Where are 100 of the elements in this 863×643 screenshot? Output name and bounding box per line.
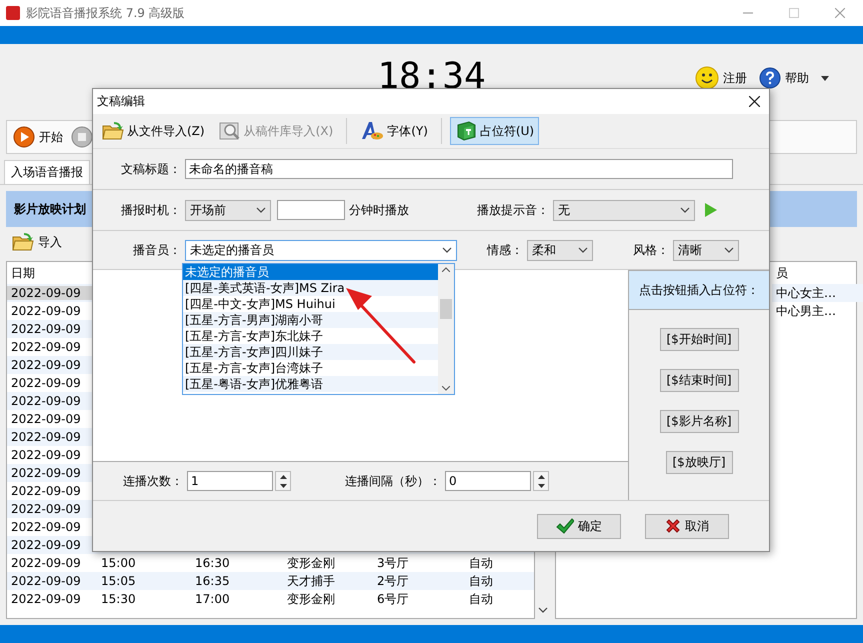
placeholder-heading: 点击按钮插入占位符：: [629, 270, 769, 310]
field-label: 播音员：: [132, 242, 182, 258]
table-cell-text: 6号厅: [376, 590, 410, 608]
minutes-field[interactable]: [277, 200, 345, 220]
dropdown-option[interactable]: [四星-美式英语-女声]MS Zira: [183, 280, 438, 296]
cross-icon: [665, 518, 681, 534]
table-cell-text: 15:00: [100, 556, 137, 570]
table-cell-text: 2022-09-09: [10, 358, 82, 372]
dropdown-option[interactable]: [五星-方言-女声]台湾妹子: [183, 360, 438, 376]
scrollbar-thumb[interactable]: [440, 299, 452, 319]
table-cell-text: 15:30: [100, 592, 137, 606]
chevron-down-icon: [724, 247, 734, 253]
dropdown-option[interactable]: [五星-粤语-女声]优雅粤语: [183, 376, 438, 392]
table-cell-text: 2022-09-09: [10, 484, 82, 498]
play-icon: [13, 126, 35, 148]
dialog-title: 文稿编辑: [97, 93, 146, 110]
toolbar-button[interactable]: 开始: [39, 128, 63, 146]
clock: 18:34: [377, 56, 486, 97]
toolbar-button[interactable]: 字体(Y): [355, 117, 433, 145]
ok-button[interactable]: 确定: [537, 514, 621, 538]
folder-icon: [12, 232, 34, 252]
repeat-field[interactable]: 1: [187, 471, 273, 491]
table-cell: 中心女主…: [772, 284, 863, 302]
folder-icon: [102, 121, 124, 141]
dropdown-option[interactable]: [五星-方言-女声]东北妹子: [183, 328, 438, 344]
toolbar-button[interactable]: 从文件导入(Z): [97, 117, 210, 145]
table-cell-text: 3号厅: [376, 554, 410, 572]
table-cell-text: 17:00: [194, 592, 231, 606]
table-cell-text: 2022-09-09: [10, 538, 82, 552]
magnifier-icon: [218, 121, 241, 141]
table-cell-text: 16:35: [194, 574, 231, 588]
table-cell-text: 2022-09-09: [10, 592, 82, 606]
scroll-down-icon[interactable]: [442, 386, 450, 391]
chevron-down-icon: [578, 247, 588, 253]
dropdown-option[interactable]: [四星-中文-女声]MS Huihui: [183, 296, 438, 312]
field-label: 播放提示音：: [476, 202, 550, 218]
placeholder-button[interactable]: [$放映厅]: [666, 451, 732, 474]
table-cell-text: 变形金刚: [286, 590, 336, 608]
column-header: 日期: [10, 264, 36, 282]
table-cell-text: 天才捕手: [286, 572, 336, 590]
timing-dropdown[interactable]: 开场前: [185, 200, 271, 220]
field-label: 播报时机：: [120, 202, 182, 218]
table-cell-text: 2022-09-09: [10, 430, 82, 444]
close-icon[interactable]: [748, 96, 760, 107]
chevron-down-icon: [442, 247, 452, 253]
toolbar-button[interactable]: 占位符(U): [450, 117, 540, 145]
table-cell-text: 2号厅: [376, 572, 410, 590]
chevron-down-icon: [256, 207, 266, 213]
table-cell-text: 2022-09-09: [10, 340, 82, 354]
field-label: 连播间隔（秒）：: [344, 472, 442, 490]
table-cell-text: 2022-09-09: [10, 520, 82, 534]
tab[interactable]: 入场语音播报: [4, 160, 90, 184]
table-cell-text: 中心男主…: [775, 302, 837, 320]
field-label: 文稿标题：: [120, 160, 182, 178]
spinner-buttons[interactable]: [275, 471, 291, 491]
cancel-button[interactable]: 取消: [645, 514, 729, 538]
spinner-buttons[interactable]: [533, 471, 549, 491]
import-button[interactable]: 导入: [38, 234, 62, 250]
interval-field[interactable]: 0: [445, 471, 531, 491]
table-cell-text: 自动: [468, 572, 494, 590]
caret-icon[interactable]: [821, 76, 829, 80]
table-cell-text: 16:30: [194, 556, 231, 570]
field-label: 分钟时播放: [349, 202, 409, 218]
placeholder-button[interactable]: [$影片名称]: [660, 410, 738, 433]
table-cell-text: 2022-09-09: [10, 412, 82, 426]
tone-dropdown[interactable]: 无: [553, 200, 695, 220]
dropdown-option[interactable]: [五星-方言-女声]四川妹子: [183, 344, 438, 360]
check-icon: [556, 518, 574, 534]
table-cell-text: 2022-09-09: [10, 574, 82, 588]
table-cell-text: 变形金刚: [286, 554, 336, 572]
dropdown-option[interactable]: 未选定的播音员: [183, 264, 438, 280]
placeholder-button[interactable]: [$结束时间]: [660, 369, 738, 392]
chevron-down-icon: [680, 207, 690, 213]
table-cell-text: 15:05: [100, 574, 137, 588]
announcer-dropdown[interactable]: 未选定的播音员: [185, 240, 457, 260]
header-link[interactable]: 注册: [723, 70, 747, 86]
table-cell-text: 2022-09-09: [10, 556, 82, 570]
placeholder-button[interactable]: [$开始时间]: [660, 328, 738, 351]
dropdown-option[interactable]: [五星-方言-男声]湖南小哥: [183, 312, 438, 328]
window-title: 影院语音播报系统 7.9 高级版: [26, 4, 186, 22]
chevron-down-icon: [538, 607, 548, 613]
table-cell-text: 2022-09-09: [10, 322, 82, 336]
table-cell-text: 自动: [468, 590, 494, 608]
scroll-up-icon[interactable]: [442, 267, 450, 272]
column-header: 员: [775, 264, 789, 282]
table-cell-text: 自动: [468, 554, 494, 572]
title-field[interactable]: 未命名的播音稿: [185, 159, 733, 179]
app-icon: [6, 6, 20, 20]
header-link[interactable]: 帮助: [785, 70, 809, 86]
table-cell-text: 2022-09-09: [10, 502, 82, 516]
table-cell-text: 2022-09-09: [10, 376, 82, 390]
emotion-dropdown[interactable]: 柔和: [527, 240, 593, 260]
table-cell-text: 2022-09-09: [10, 394, 82, 408]
field-label: 连播次数：: [122, 472, 184, 490]
font-icon: [360, 121, 384, 141]
book-icon: [454, 121, 477, 141]
field-label: 情感：: [486, 242, 524, 258]
table-cell-text: 2022-09-09: [10, 304, 82, 318]
style-dropdown[interactable]: 清晰: [673, 240, 739, 260]
table-cell-text: 2022-09-09: [10, 466, 82, 480]
